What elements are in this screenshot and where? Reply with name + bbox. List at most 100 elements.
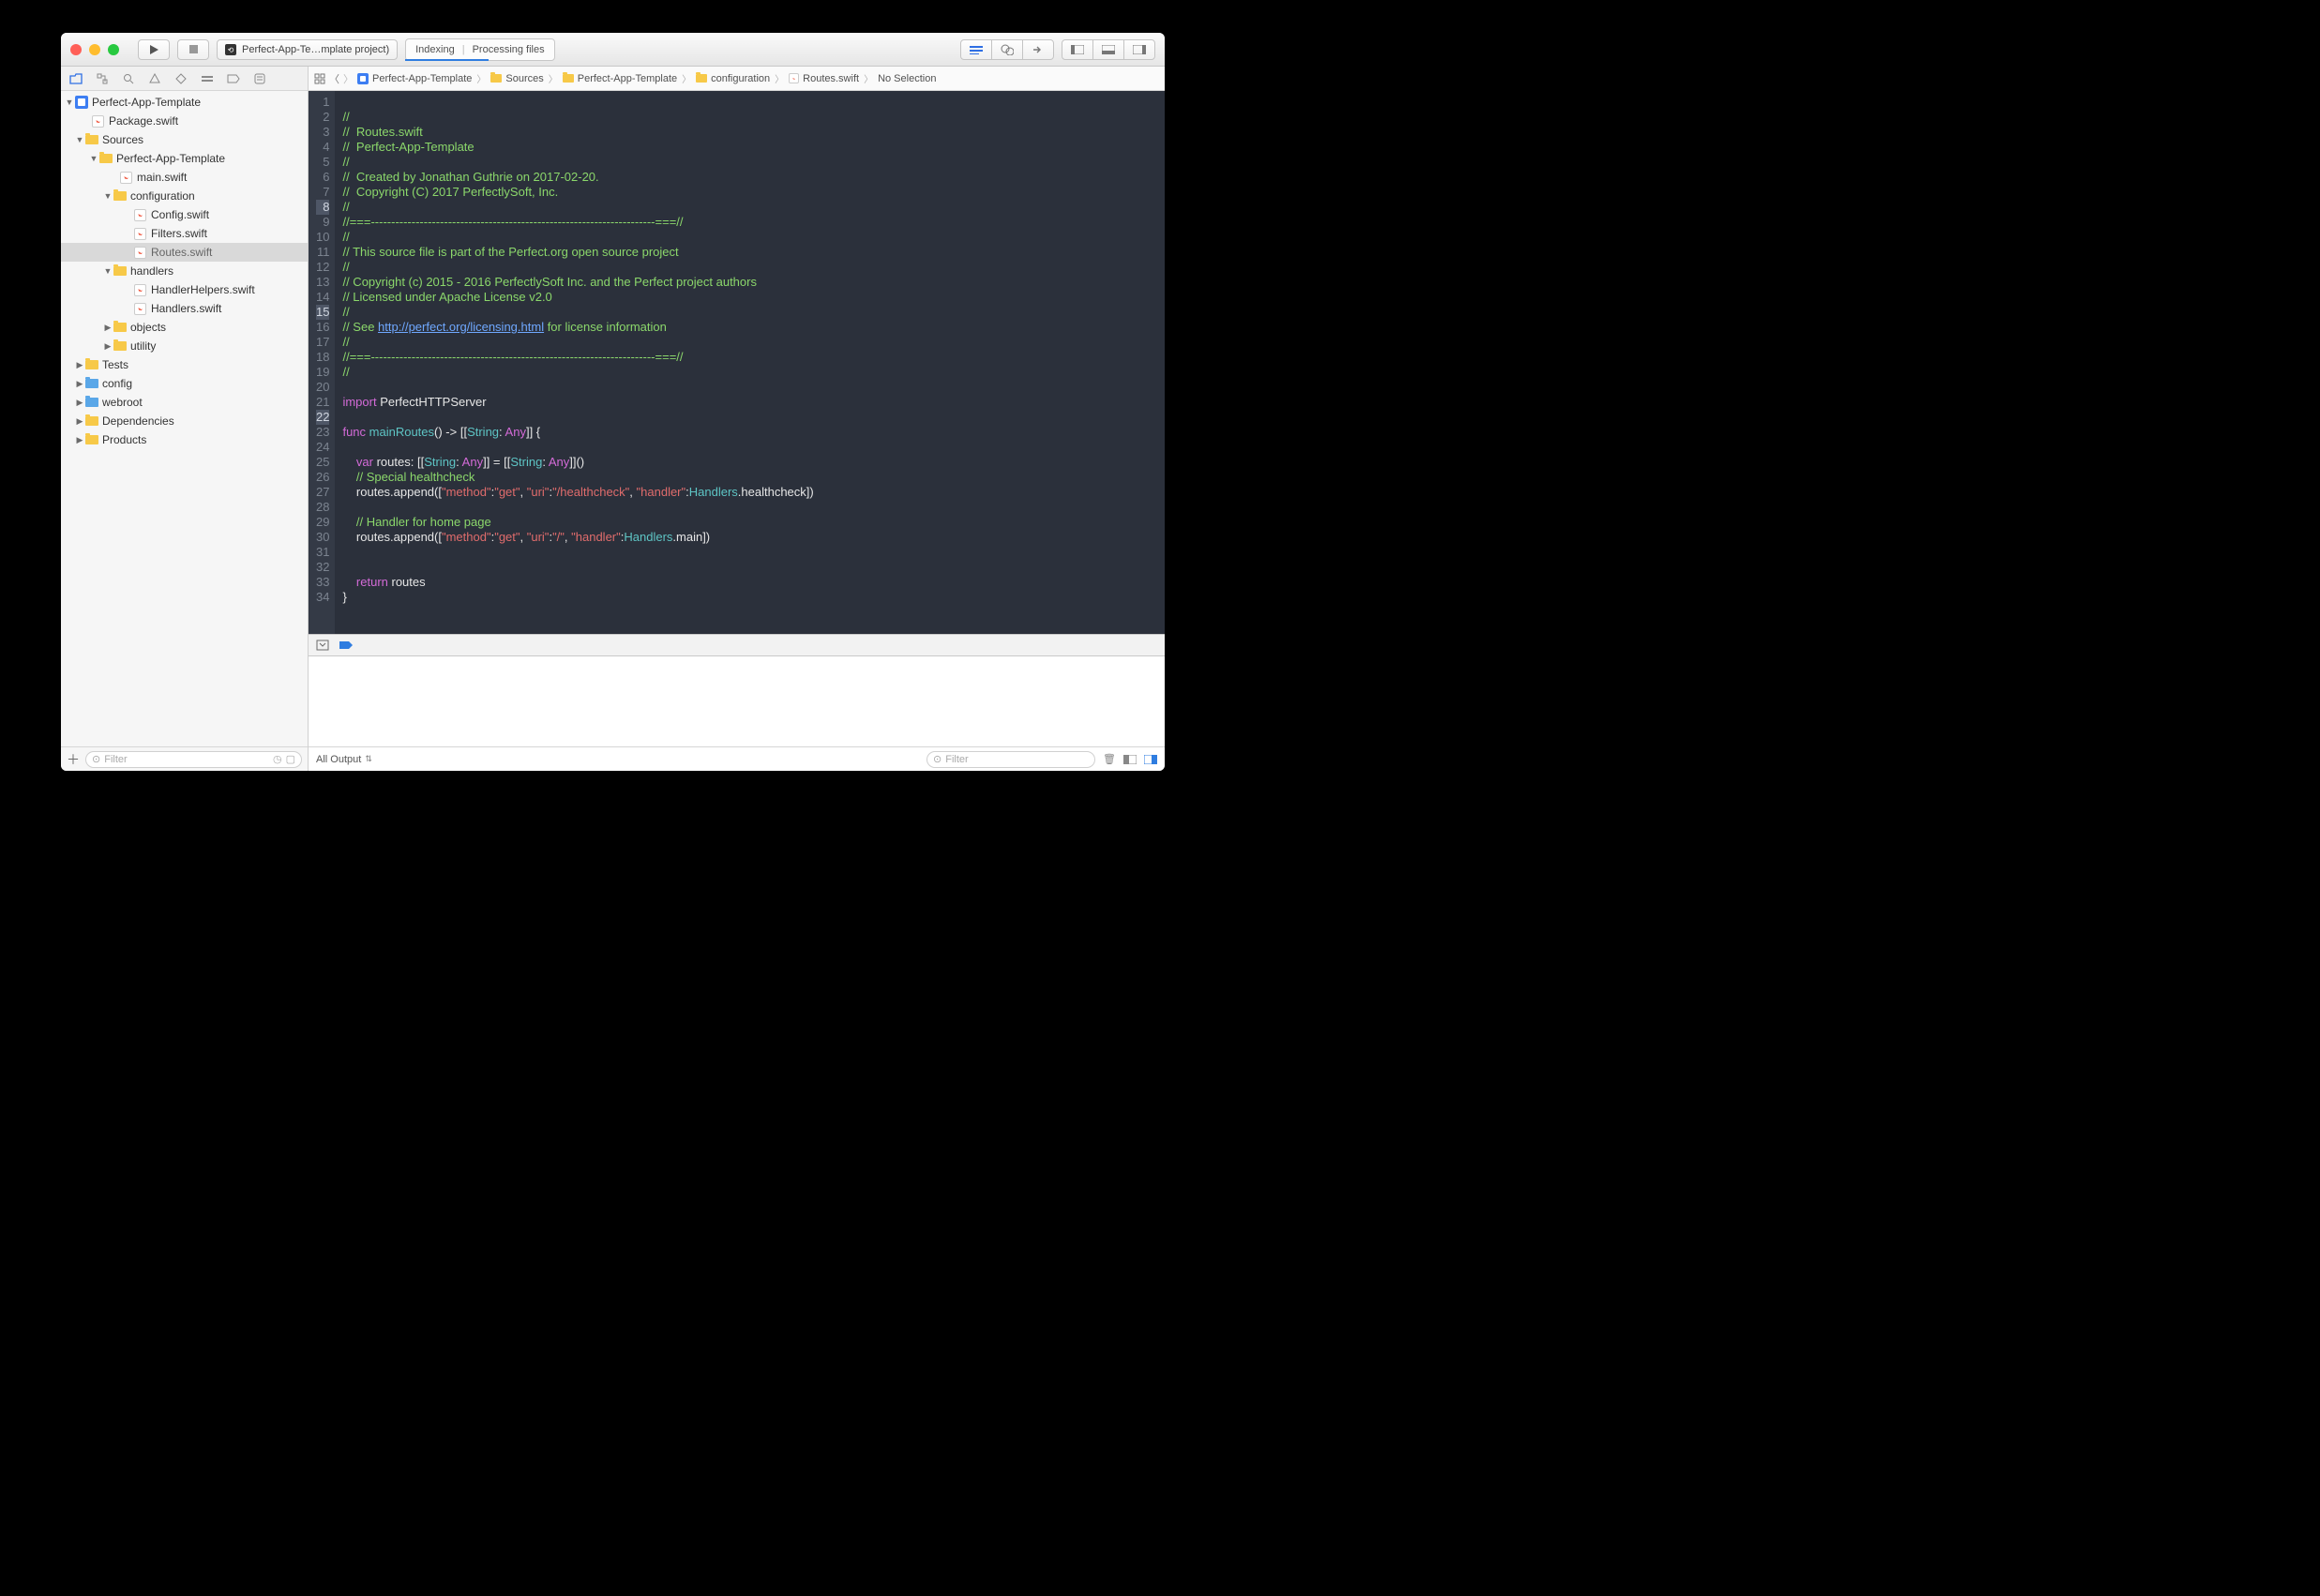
jump-seg[interactable]: Routes.swift [803, 73, 859, 84]
file-tree[interactable]: ▼Perfect-App-Template Package.swift ▼Sou… [61, 91, 308, 746]
tree-folder-products[interactable]: ▶Products [61, 430, 308, 449]
breakpoint-toggle-icon[interactable] [339, 640, 354, 650]
tree-file-handlerhelpers[interactable]: HandlerHelpers.swift [61, 280, 308, 299]
toggle-debug-button[interactable] [1092, 39, 1124, 60]
line-gutter[interactable]: 1234567891011121314151617181920212223242… [309, 91, 335, 634]
swift-file-icon [134, 209, 146, 221]
debug-toolbar [309, 634, 1165, 656]
scm-filter-icon[interactable]: ▢ [286, 753, 295, 765]
toggle-view-icon[interactable] [316, 640, 329, 651]
tree-folder-tests[interactable]: ▶Tests [61, 355, 308, 374]
breakpoint-navigator-tab[interactable] [222, 70, 245, 87]
activity-right: Processing files [473, 44, 545, 55]
debug-navigator-tab[interactable] [196, 70, 218, 87]
add-file-button[interactable]: ＋ [67, 750, 80, 769]
stop-button[interactable] [177, 39, 209, 60]
minimize-window-button[interactable] [89, 44, 100, 55]
source-text[interactable]: // // Routes.swift // Perfect-App-Templa… [335, 91, 821, 634]
activity-left: Indexing [415, 44, 455, 55]
editor-area: 〈 〉 Perfect-App-Template〉 Sources〉 Perfe… [309, 67, 1165, 771]
output-filter-selector[interactable]: All Output⇅ [316, 754, 372, 765]
folder-icon [696, 74, 707, 83]
assistant-editor-button[interactable] [991, 39, 1023, 60]
tree-project-root[interactable]: ▼Perfect-App-Template [61, 93, 308, 112]
tree-folder-dependencies[interactable]: ▶Dependencies [61, 412, 308, 430]
tree-folder-configuration[interactable]: ▼configuration [61, 187, 308, 205]
find-navigator-tab[interactable] [117, 70, 140, 87]
project-icon [75, 96, 88, 109]
project-navigator-tab[interactable] [65, 70, 87, 87]
tree-folder-utility[interactable]: ▶utility [61, 337, 308, 355]
tree-folder-handlers[interactable]: ▼handlers [61, 262, 308, 280]
tree-file-config[interactable]: Config.swift [61, 205, 308, 224]
tree-label: Sources [102, 133, 143, 146]
jump-seg[interactable]: Sources [505, 73, 543, 84]
filter-placeholder: Filter [104, 754, 127, 765]
tree-folder-sources[interactable]: ▼Sources [61, 130, 308, 149]
tree-file-handlersfile[interactable]: Handlers.swift [61, 299, 308, 318]
activity-progress-bar [405, 59, 489, 61]
version-editor-button[interactable] [1022, 39, 1054, 60]
tree-label: Tests [102, 358, 128, 371]
console-area[interactable] [309, 656, 1165, 746]
tree-folder-app[interactable]: ▼Perfect-App-Template [61, 149, 308, 168]
console-filter-input[interactable]: ⊙ Filter [926, 751, 1095, 768]
jump-seg[interactable]: Perfect-App-Template [578, 73, 677, 84]
tree-file-main[interactable]: main.swift [61, 168, 308, 187]
scheme-label: Perfect-App-Te…mplate project) [242, 44, 389, 55]
panel-toggle-group [1062, 39, 1155, 60]
clear-console-button[interactable]: 🗑 [1103, 753, 1116, 765]
code-editor[interactable]: 1234567891011121314151617181920212223242… [309, 91, 1165, 634]
navigator-filter-input[interactable]: ⊙ Filter ◷ ▢ [85, 751, 302, 768]
tree-file-routes[interactable]: Routes.swift [61, 243, 308, 262]
swift-file-icon [134, 247, 146, 259]
jump-bar[interactable]: 〈 〉 Perfect-App-Template〉 Sources〉 Perfe… [309, 67, 1165, 91]
folder-icon [99, 154, 113, 163]
console-left-pane-button[interactable] [1123, 755, 1137, 764]
activity-view[interactable]: Indexing | Processing files [405, 38, 555, 61]
clock-icon[interactable]: ◷ [273, 753, 282, 765]
project-icon [357, 73, 369, 84]
activity-separator: | [462, 44, 465, 55]
tree-file-package[interactable]: Package.swift [61, 112, 308, 130]
jump-seg[interactable]: configuration [711, 73, 770, 84]
toggle-navigator-button[interactable] [1062, 39, 1093, 60]
jump-seg[interactable]: Perfect-App-Template [372, 73, 472, 84]
folder-icon [490, 74, 502, 83]
close-window-button[interactable] [70, 44, 82, 55]
swift-file-icon [134, 284, 146, 296]
folder-icon [563, 74, 574, 83]
jump-seg[interactable]: No Selection [878, 73, 936, 84]
report-navigator-tab[interactable] [249, 70, 271, 87]
window-controls [70, 44, 119, 55]
tree-folder-webroot[interactable]: ▶webroot [61, 393, 308, 412]
tree-file-filters[interactable]: Filters.swift [61, 224, 308, 243]
tree-label: Routes.swift [151, 246, 212, 259]
zoom-window-button[interactable] [108, 44, 119, 55]
standard-editor-button[interactable] [960, 39, 992, 60]
source-control-navigator-tab[interactable] [91, 70, 113, 87]
tree-folder-objects[interactable]: ▶objects [61, 318, 308, 337]
related-items-icon[interactable] [314, 73, 325, 84]
tree-folder-configdir[interactable]: ▶config [61, 374, 308, 393]
tree-label: Handlers.swift [151, 302, 221, 315]
nav-forward-button[interactable]: 〉 [343, 71, 354, 86]
tree-label: Filters.swift [151, 227, 207, 240]
filter-placeholder: Filter [945, 754, 968, 765]
tree-label: Perfect-App-Template [116, 152, 225, 165]
test-navigator-tab[interactable] [170, 70, 192, 87]
console-bottom-bar: All Output⇅ ⊙ Filter 🗑 [309, 746, 1165, 771]
filter-icon: ⊙ [92, 753, 100, 765]
scheme-selector[interactable]: ⟲ Perfect-App-Te…mplate project) [217, 39, 398, 60]
tree-label: Dependencies [102, 414, 174, 428]
issue-navigator-tab[interactable] [143, 70, 166, 87]
scheme-icon: ⟲ [225, 44, 236, 55]
toggle-inspector-button[interactable] [1123, 39, 1155, 60]
tree-label: Products [102, 433, 146, 446]
console-right-pane-button[interactable] [1144, 755, 1157, 764]
filter-icon: ⊙ [933, 753, 942, 765]
run-button[interactable] [138, 39, 170, 60]
folder-icon [85, 360, 98, 369]
swift-file-icon [134, 228, 146, 240]
nav-back-button[interactable]: 〈 [329, 71, 339, 86]
